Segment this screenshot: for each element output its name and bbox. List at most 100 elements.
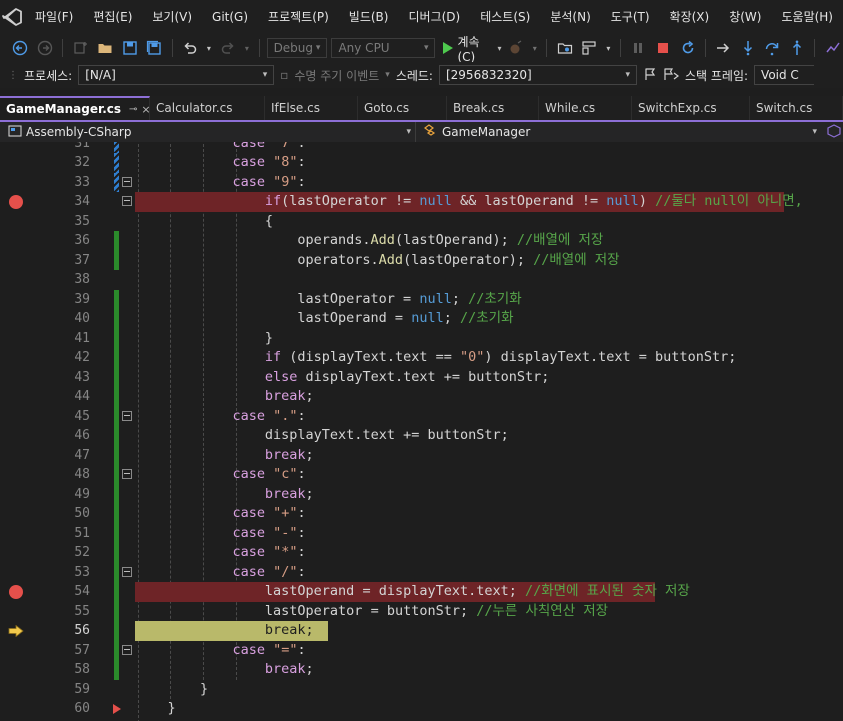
undo-dropdown-icon[interactable]: ▾ — [204, 37, 213, 59]
menu-item[interactable]: 확장(X) — [660, 0, 720, 34]
code-line[interactable]: 48 case "c": — [0, 465, 843, 485]
class-icon — [422, 123, 438, 141]
code-line[interactable]: 32 case "8": — [0, 153, 843, 173]
collapse-icon[interactable] — [122, 469, 132, 479]
lifecycle-events-label[interactable]: 수명 주기 이벤트 — [294, 67, 379, 84]
flag-icon[interactable] — [643, 67, 657, 84]
menu-item[interactable]: 디버그(D) — [398, 0, 470, 34]
pause-icon[interactable] — [628, 37, 649, 59]
collapse-icon[interactable] — [122, 644, 132, 655]
redo-icon[interactable] — [218, 37, 239, 59]
code-editor[interactable]: 31 case "7": 32 case "8": 33 case "9": 34 if(la… — [0, 142, 843, 721]
chevron-down-icon[interactable]: ▾ — [385, 70, 390, 80]
tab-document[interactable]: Break.cs — [447, 96, 539, 120]
tab-document[interactable]: Switch.cs — [750, 96, 843, 120]
code-line[interactable]: 56 break; — [0, 621, 843, 641]
menu-item[interactable]: 보기(V) — [142, 0, 202, 34]
code-line[interactable]: 42 if (displayText.text == "0") displayTe… — [0, 348, 843, 368]
redo-dropdown-icon[interactable]: ▾ — [242, 37, 251, 59]
tab-document[interactable]: While.cs — [539, 96, 632, 120]
hot-reload-icon[interactable] — [505, 37, 526, 59]
code-line[interactable]: 41} — [0, 328, 843, 348]
tab-document[interactable]: Calculator.cs — [150, 96, 265, 120]
undo-icon[interactable] — [180, 37, 201, 59]
code-line[interactable]: 50 case "+": — [0, 504, 843, 524]
code-line[interactable]: 60} — [0, 699, 843, 719]
step-over-icon[interactable] — [762, 37, 783, 59]
code-line[interactable]: 53 case "/": — [0, 562, 843, 582]
menu-item[interactable]: 파일(F) — [25, 0, 83, 34]
step-out-icon[interactable] — [787, 37, 808, 59]
stop-icon[interactable] — [653, 37, 674, 59]
code-line[interactable]: 36 operands.Add(lastOperand); //배열에 저장 — [0, 231, 843, 251]
code-line[interactable]: 31 case "7": — [0, 142, 843, 153]
code-line[interactable]: 39 lastOperator = null; //초기화 — [0, 289, 843, 309]
diagnostics-icon[interactable] — [822, 37, 843, 59]
collapse-icon[interactable] — [122, 176, 132, 187]
code-line[interactable]: 44 break; — [0, 387, 843, 407]
code-line[interactable]: 52 case "*": — [0, 543, 843, 563]
pin-icon[interactable]: ⊸ — [129, 104, 137, 115]
collapse-icon[interactable] — [122, 410, 132, 421]
menu-item[interactable]: Git(G) — [202, 0, 258, 34]
code-line[interactable]: 37 operators.Add(lastOperator); //배열에 저장 — [0, 250, 843, 270]
tab-document[interactable]: IfElse.cs — [265, 96, 358, 120]
visual-studio-logo-icon[interactable] — [0, 0, 25, 34]
menu-item[interactable]: 도움말(H) — [771, 0, 843, 34]
thread-filter-icon[interactable] — [663, 67, 679, 84]
new-project-icon[interactable] — [70, 37, 91, 59]
navigate-forward-icon[interactable] — [35, 37, 56, 59]
collapse-icon[interactable] — [122, 196, 132, 206]
menu-item[interactable]: 창(W) — [719, 0, 771, 34]
code-line[interactable]: 57 case "=": — [0, 640, 843, 660]
menu-item[interactable]: 도구(T) — [601, 0, 660, 34]
code-line[interactable]: 55 lastOperator = buttonStr; //누른 사칙연산 저장 — [0, 601, 843, 621]
layout-dropdown-icon[interactable]: ▾ — [604, 37, 613, 59]
code-line[interactable]: 34 if(lastOperator != null && lastOperand… — [0, 192, 843, 212]
restart-icon[interactable] — [677, 37, 698, 59]
step-into-icon[interactable] — [737, 37, 758, 59]
code-line[interactable]: 46 displayText.text += buttonStr; — [0, 426, 843, 446]
menu-item[interactable]: 빌드(B) — [339, 0, 399, 34]
process-select[interactable]: [N/A] ▾ — [78, 65, 275, 85]
platform-select[interactable]: Any CPU ▾ — [331, 38, 436, 58]
code-line[interactable]: 40 lastOperand = null; //초기화 — [0, 309, 843, 329]
breakpoint-icon[interactable] — [9, 195, 23, 209]
stack-frame-select[interactable]: Void C — [754, 65, 815, 85]
code-line[interactable]: 54 lastOperand = displayText.text; //화면에 … — [0, 582, 843, 602]
current-statement-arrow-icon[interactable] — [8, 625, 24, 637]
code-line[interactable]: 59} — [0, 680, 843, 700]
project-select[interactable]: Assembly-CSharp ▾ — [0, 122, 416, 142]
menu-item[interactable]: 테스트(S) — [470, 0, 540, 34]
menu-item[interactable]: 프로젝트(P) — [258, 0, 339, 34]
layout-icon[interactable] — [579, 37, 600, 59]
class-select[interactable]: GameManager ▾ — [416, 122, 843, 142]
tab-document[interactable]: GameManager.cs ⊸ × — [0, 96, 151, 120]
navigate-back-icon[interactable] — [10, 37, 31, 59]
code-line[interactable]: 58 break; — [0, 660, 843, 680]
code-line[interactable]: 35 { — [0, 212, 843, 232]
breakpoint-icon[interactable] — [9, 585, 23, 599]
menu-item[interactable]: 분석(N) — [540, 0, 600, 34]
browse-folder-icon[interactable] — [554, 37, 575, 59]
configuration-select[interactable]: Debug ▾ — [266, 38, 328, 58]
code-line[interactable]: 49 break; — [0, 484, 843, 504]
code-line[interactable]: 33 case "9": — [0, 172, 843, 192]
save-icon[interactable] — [119, 37, 140, 59]
show-next-statement-icon[interactable] — [713, 37, 734, 59]
menu-item[interactable]: 편집(E) — [83, 0, 142, 34]
tab-document[interactable]: Goto.cs — [358, 96, 447, 120]
continue-button[interactable]: 계속(C) ▾ — [443, 33, 501, 64]
change-indicator — [114, 484, 119, 504]
save-all-icon[interactable] — [144, 37, 165, 59]
code-line[interactable]: 38 — [0, 270, 843, 290]
code-line[interactable]: 43 else displayText.text += buttonStr; — [0, 367, 843, 387]
tab-document[interactable]: SwitchExp.cs — [632, 96, 750, 120]
code-line[interactable]: 45 case ".": — [0, 406, 843, 426]
collapse-icon[interactable] — [122, 566, 132, 577]
thread-select[interactable]: [2956832320] ▾ — [438, 65, 637, 85]
code-line[interactable]: 51 case "-": — [0, 523, 843, 543]
code-line[interactable]: 47 break; — [0, 445, 843, 465]
hot-reload-dropdown-icon[interactable]: ▾ — [530, 37, 539, 59]
open-folder-icon[interactable] — [95, 37, 116, 59]
